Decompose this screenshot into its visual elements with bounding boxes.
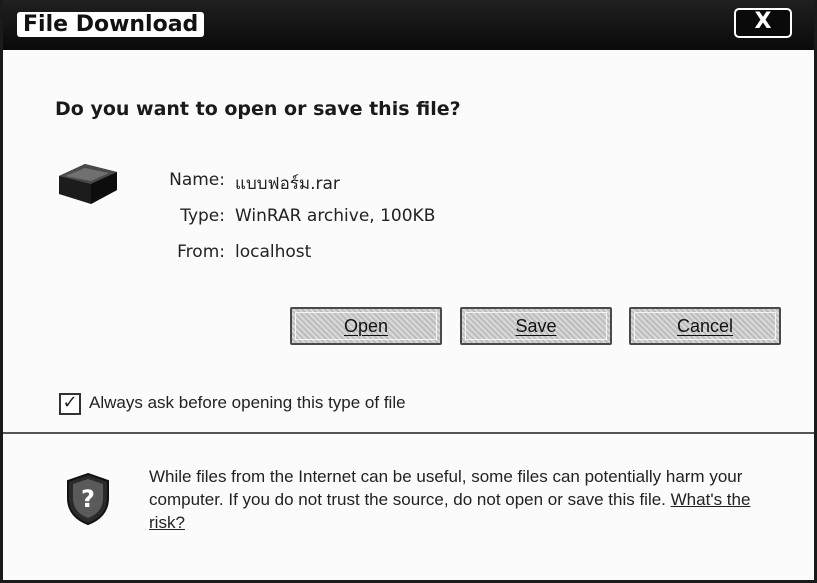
checkmark-icon: ✓	[62, 392, 78, 413]
section-divider	[3, 432, 814, 434]
type-label: Type:	[180, 206, 225, 226]
always-ask-checkbox[interactable]: ✓	[59, 392, 81, 415]
dialog-question: Do you want to open or save this file?	[55, 98, 461, 120]
always-ask-label[interactable]: Always ask before opening this type of f…	[89, 393, 406, 413]
type-value: WinRAR archive, 100KB	[235, 206, 436, 226]
name-value: แบบฟอร์ม.rar	[235, 174, 340, 194]
close-icon: X	[754, 9, 772, 34]
rar-archive-icon	[55, 152, 125, 217]
save-button-label: Save	[515, 316, 557, 336]
file-download-dialog: File Download X Do you want to open or s…	[0, 0, 817, 583]
close-button[interactable]: X	[734, 8, 792, 38]
title-bar[interactable]: File Download X	[3, 0, 814, 50]
open-button[interactable]: Open	[290, 307, 442, 345]
name-label: Name:	[169, 170, 225, 190]
open-button-label: Open	[343, 316, 389, 336]
cancel-button-label: Cancel	[676, 316, 734, 336]
from-value: localhost	[235, 242, 312, 262]
warning-text: While files from the Internet can be use…	[149, 467, 743, 509]
cancel-button[interactable]: Cancel	[629, 307, 781, 345]
svg-text:?: ?	[81, 485, 95, 513]
shield-question-icon: ?	[65, 472, 111, 531]
from-label: From:	[177, 242, 225, 262]
save-button[interactable]: Save	[460, 307, 612, 345]
security-warning: While files from the Internet can be use…	[149, 465, 789, 534]
window-title: File Download	[17, 12, 205, 37]
